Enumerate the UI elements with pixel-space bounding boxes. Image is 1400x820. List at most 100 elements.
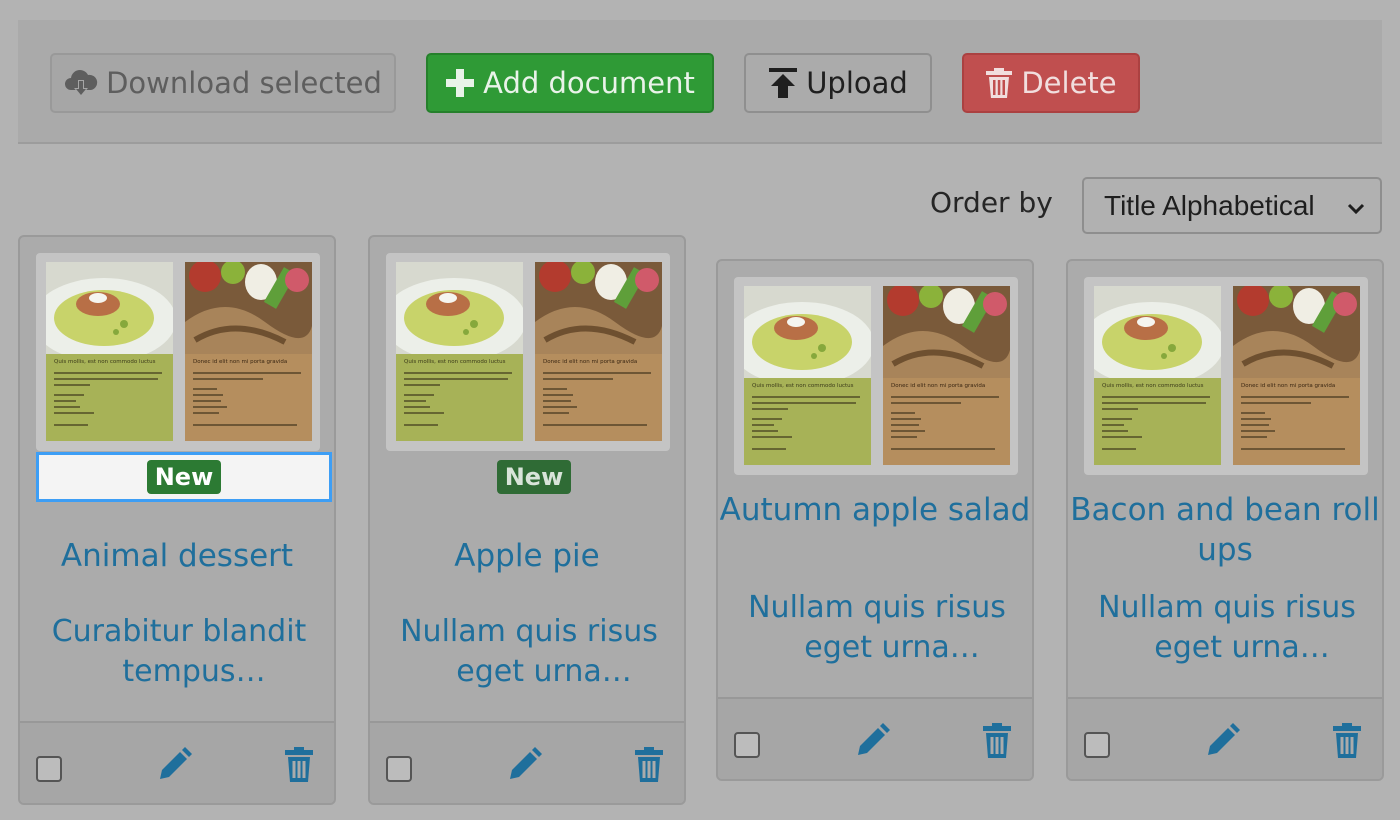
text-line bbox=[54, 384, 90, 386]
trash-icon[interactable] bbox=[284, 747, 314, 787]
download-selected-label: Download selected bbox=[106, 66, 382, 100]
thumbnail-heading-left: Quis mollis, est non commodo luctus bbox=[54, 359, 156, 365]
card-footer bbox=[1068, 697, 1382, 779]
text-line bbox=[1102, 408, 1138, 410]
text-line bbox=[752, 418, 782, 420]
document-card-2[interactable]: Quis mollis, est non commodo luctus Done… bbox=[368, 235, 686, 805]
text-line bbox=[1102, 396, 1210, 398]
thumbnail-page-right: Donec id elit non mi porta gravida bbox=[535, 262, 662, 441]
text-line bbox=[193, 378, 263, 380]
text-line bbox=[1241, 396, 1349, 398]
document-card-1[interactable]: Quis mollis, est non commodo luctus Done… bbox=[18, 235, 336, 805]
thumbnail-page-left: Quis mollis, est non commodo luctus bbox=[46, 262, 173, 441]
pencil-icon[interactable] bbox=[156, 747, 192, 787]
document-thumbnail[interactable]: Quis mollis, est non commodo luctus Done… bbox=[36, 253, 320, 451]
text-line bbox=[543, 388, 567, 390]
text-line bbox=[193, 412, 219, 414]
document-title[interactable]: Autumn apple salad bbox=[718, 490, 1032, 530]
text-line bbox=[404, 394, 434, 396]
text-line bbox=[752, 448, 786, 450]
text-line bbox=[1102, 424, 1124, 426]
thumbnail-heading-right: Donec id elit non mi porta gravida bbox=[1241, 383, 1336, 389]
text-line bbox=[543, 378, 613, 380]
card-footer bbox=[20, 721, 334, 803]
food-photo-veggies bbox=[1233, 286, 1360, 378]
trash-icon bbox=[985, 67, 1013, 99]
text-line bbox=[543, 400, 571, 402]
food-photo-plate bbox=[46, 262, 173, 354]
document-description: Curabitur blandit tempus porttitor... bbox=[51, 614, 307, 689]
text-line bbox=[193, 372, 301, 374]
pencil-icon[interactable] bbox=[1204, 723, 1240, 763]
document-thumbnail[interactable]: Quis mollis, est non commodo luctus Done… bbox=[1084, 277, 1368, 475]
pencil-icon[interactable] bbox=[854, 723, 890, 763]
upload-button[interactable]: Upload bbox=[744, 53, 932, 113]
text-line bbox=[193, 424, 297, 426]
text-line bbox=[1241, 412, 1265, 414]
text-line bbox=[404, 400, 426, 402]
thumbnail-heading-left: Quis mollis, est non commodo luctus bbox=[752, 383, 854, 389]
text-line bbox=[543, 394, 573, 396]
text-line bbox=[891, 402, 961, 404]
trash-icon[interactable] bbox=[634, 747, 664, 787]
document-title[interactable]: Bacon and bean roll ups bbox=[1068, 490, 1382, 570]
select-checkbox[interactable] bbox=[386, 756, 412, 782]
text-line bbox=[54, 378, 158, 380]
select-checkbox[interactable] bbox=[734, 732, 760, 758]
plus-icon bbox=[445, 68, 475, 98]
select-checkbox[interactable] bbox=[1084, 732, 1110, 758]
document-card-4[interactable]: Quis mollis, est non commodo luctus Done… bbox=[1066, 259, 1384, 781]
text-line bbox=[54, 406, 80, 408]
text-line bbox=[1102, 430, 1128, 432]
text-line bbox=[193, 388, 217, 390]
add-document-button[interactable]: Add document bbox=[426, 53, 714, 113]
food-photo-veggies bbox=[535, 262, 662, 354]
thumbnail-page-right: Donec id elit non mi porta gravida bbox=[185, 262, 312, 441]
food-photo-plate bbox=[744, 286, 871, 378]
text-line bbox=[1102, 402, 1206, 404]
delete-button[interactable]: Delete bbox=[962, 53, 1140, 113]
text-line bbox=[1241, 430, 1275, 432]
text-line bbox=[891, 412, 915, 414]
text-line bbox=[404, 378, 508, 380]
text-line bbox=[193, 406, 227, 408]
text-line bbox=[891, 436, 917, 438]
thumbnail-page-left: Quis mollis, est non commodo luctus bbox=[396, 262, 523, 441]
text-line bbox=[752, 430, 778, 432]
document-thumbnail[interactable]: Quis mollis, est non commodo luctus Done… bbox=[734, 277, 1018, 475]
document-card-3[interactable]: Quis mollis, est non commodo luctus Done… bbox=[716, 259, 1034, 781]
thumbnail-heading-right: Donec id elit non mi porta gravida bbox=[891, 383, 986, 389]
text-line bbox=[193, 394, 223, 396]
trash-icon[interactable] bbox=[1332, 723, 1362, 763]
new-badge: New bbox=[146, 460, 222, 494]
text-line bbox=[1102, 436, 1142, 438]
food-photo-veggies bbox=[883, 286, 1010, 378]
thumbnail-page-left: Quis mollis, est non commodo luctus bbox=[744, 286, 871, 465]
pencil-icon[interactable] bbox=[506, 747, 542, 787]
document-thumbnail[interactable]: Quis mollis, est non commodo luctus Done… bbox=[386, 253, 670, 451]
thumbnail-heading-left: Quis mollis, est non commodo luctus bbox=[1102, 383, 1204, 389]
thumbnail-heading-left: Quis mollis, est non commodo luctus bbox=[404, 359, 506, 365]
text-line bbox=[752, 436, 792, 438]
text-line bbox=[1241, 418, 1271, 420]
card-footer bbox=[370, 721, 684, 803]
text-line bbox=[752, 408, 788, 410]
text-line bbox=[891, 448, 995, 450]
order-by-select[interactable]: Title Alphabetical bbox=[1082, 177, 1382, 234]
order-by-value: Title Alphabetical bbox=[1104, 189, 1315, 221]
delete-label: Delete bbox=[1021, 66, 1117, 100]
trash-icon[interactable] bbox=[982, 723, 1012, 763]
text-line bbox=[543, 406, 577, 408]
order-by-label: Order by bbox=[930, 186, 1053, 219]
download-selected-button[interactable]: Download selected bbox=[50, 53, 396, 113]
document-title[interactable]: Animal dessert bbox=[20, 536, 334, 576]
thumbnail-page-left: Quis mollis, est non commodo luctus bbox=[1094, 286, 1221, 465]
badge-container: New bbox=[386, 452, 682, 502]
add-document-label: Add document bbox=[483, 66, 695, 100]
select-checkbox[interactable] bbox=[36, 756, 62, 782]
document-title[interactable]: Apple pie bbox=[370, 536, 684, 576]
text-line bbox=[404, 424, 438, 426]
text-line bbox=[1241, 424, 1269, 426]
new-badge: New bbox=[496, 460, 572, 494]
document-description: Nullam quis risus eget urna mollis... bbox=[1098, 590, 1356, 665]
